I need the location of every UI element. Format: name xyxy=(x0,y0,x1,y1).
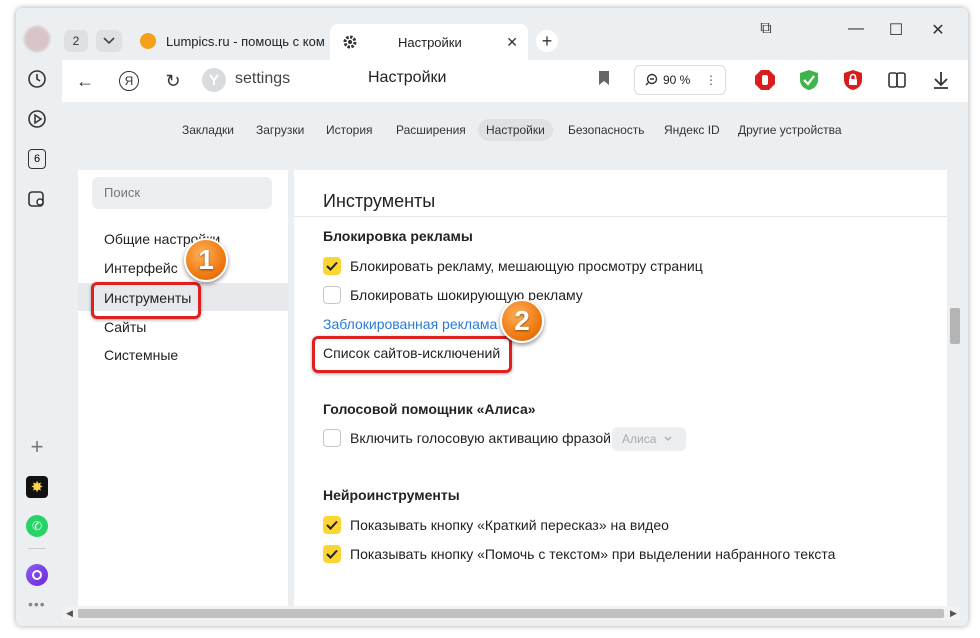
profile-avatar[interactable] xyxy=(24,26,50,52)
yandex-home-button[interactable]: Я xyxy=(116,68,142,94)
option-label: Блокировать рекламу, мешающую просмотру … xyxy=(350,258,703,274)
section-alisa-heading: Голосовой помощник «Алиса» xyxy=(323,401,536,417)
option-label: Блокировать шокирующую рекламу xyxy=(350,287,583,303)
adblock-stop-extension-icon[interactable] xyxy=(752,67,778,93)
annotation-highlight-tools xyxy=(91,282,201,319)
horizontal-scrollbar-thumb[interactable] xyxy=(78,609,944,618)
checkbox-unchecked[interactable] xyxy=(323,286,341,304)
sidebar-item-system[interactable]: Системные xyxy=(104,347,178,363)
back-button[interactable]: ← xyxy=(72,68,98,94)
tab-settings[interactable]: Настройки ✕ xyxy=(330,24,528,60)
tab-close-icon[interactable]: ✕ xyxy=(506,34,518,51)
zoom-level: 90 % xyxy=(663,73,691,87)
alice-assistant-icon[interactable] xyxy=(26,564,48,586)
annotation-step-1: 1 xyxy=(184,238,228,282)
whatsapp-icon[interactable]: ✆ xyxy=(26,515,48,537)
url-text[interactable]: settings xyxy=(235,70,290,88)
adblock-shocking-option[interactable]: Блокировать шокирующую рекламу xyxy=(323,286,583,304)
title-divider xyxy=(294,216,947,217)
option-label: Показывать кнопку «Помочь с текстом» при… xyxy=(350,546,836,562)
collections-icon[interactable] xyxy=(884,67,910,93)
more-dots-icon[interactable]: ••• xyxy=(28,596,46,612)
checkbox-checked[interactable] xyxy=(323,257,341,275)
more-options-icon[interactable]: ⋮ xyxy=(705,73,717,87)
play-video-icon[interactable] xyxy=(26,108,48,130)
nav-downloads[interactable]: Загрузки xyxy=(256,123,304,137)
minimize-button[interactable]: — xyxy=(846,20,866,38)
annotation-highlight-exceptions xyxy=(312,336,512,373)
tab-count-badge[interactable]: 2 xyxy=(64,30,88,52)
blocked-ads-link[interactable]: Заблокированная реклама xyxy=(323,316,497,332)
nav-security[interactable]: Безопасность xyxy=(568,123,645,137)
scroll-right-arrow-icon[interactable]: ▶ xyxy=(950,608,957,619)
sidebar-item-sites[interactable]: Сайты xyxy=(104,319,146,335)
add-panel-button[interactable]: + xyxy=(26,434,48,459)
option-label: Включить голосовую активацию фразой xyxy=(350,430,611,446)
chevron-down-icon xyxy=(664,436,672,441)
alisa-activation-option[interactable]: Включить голосовую активацию фразой xyxy=(323,429,611,447)
section-neuro-heading: Нейроинструменты xyxy=(323,487,460,503)
page-title-in-omnibox: Настройки xyxy=(368,69,447,86)
new-tab-button[interactable]: + xyxy=(536,30,558,52)
gear-icon xyxy=(343,35,357,49)
shield-check-extension-icon[interactable] xyxy=(796,67,822,93)
alisa-phrase-select: Алиса xyxy=(612,427,686,451)
site-info-icon[interactable] xyxy=(202,68,226,92)
nav-other-devices[interactable]: Другие устройства xyxy=(738,123,842,137)
checkbox-checked[interactable] xyxy=(323,545,341,563)
adblock-annoying-option[interactable]: Блокировать рекламу, мешающую просмотру … xyxy=(323,257,703,275)
tab-list-button[interactable] xyxy=(96,30,122,52)
nav-extensions[interactable]: Расширения xyxy=(396,123,466,137)
browser-window: 2 Lumpics.ru - помощь с ком Настройки ✕ … xyxy=(16,8,968,626)
tab-lumpics[interactable]: Lumpics.ru - помощь с ком xyxy=(134,26,326,56)
option-label: Показывать кнопку «Краткий пересказ» на … xyxy=(350,517,669,533)
vertical-scrollbar-thumb[interactable] xyxy=(950,308,960,344)
page-title: Инструменты xyxy=(323,191,436,211)
sidebar-item-interface[interactable]: Интерфейс xyxy=(104,260,178,276)
nav-settings[interactable]: Настройки xyxy=(478,119,553,141)
shield-lock-extension-icon[interactable] xyxy=(840,67,866,93)
lumpics-favicon-icon xyxy=(140,33,156,49)
rail-divider xyxy=(28,548,46,549)
neuro-text-helper-option[interactable]: Показывать кнопку «Помочь с текстом» при… xyxy=(323,545,835,563)
badge-number: 6 xyxy=(28,149,46,169)
number-badge-icon[interactable]: 6 xyxy=(26,148,48,170)
yandex-logo-icon: Я xyxy=(119,71,139,91)
chevron-down-icon xyxy=(103,37,115,45)
section-adblock-heading: Блокировка рекламы xyxy=(323,228,473,244)
annotation-step-2: 2 xyxy=(500,299,544,343)
checkbox-unchecked[interactable] xyxy=(323,429,341,447)
select-value: Алиса xyxy=(622,432,657,446)
search-input[interactable]: Поиск xyxy=(92,177,272,209)
checkbox-checked[interactable] xyxy=(323,516,341,534)
tab-title: Настройки xyxy=(398,34,462,50)
toolbar xyxy=(62,60,968,102)
downloads-icon[interactable] xyxy=(928,67,954,93)
nav-yandex-id[interactable]: Яндекс ID xyxy=(664,123,720,137)
reload-button[interactable]: ↻ xyxy=(160,68,186,94)
pin-window-icon[interactable]: ⧉ xyxy=(756,20,776,38)
close-window-button[interactable]: ✕ xyxy=(928,20,948,40)
bookmark-icon[interactable] xyxy=(598,70,610,91)
scroll-left-arrow-icon[interactable]: ◀ xyxy=(66,608,73,619)
nav-history[interactable]: История xyxy=(326,123,373,137)
zoom-indicator[interactable]: 90 % ⋮ xyxy=(634,65,726,95)
zoom-out-icon xyxy=(645,73,658,86)
screenshot-camera-icon[interactable] xyxy=(26,188,48,210)
neuro-summary-option[interactable]: Показывать кнопку «Краткий пересказ» на … xyxy=(323,516,669,534)
nav-bookmarks[interactable]: Закладки xyxy=(182,123,234,137)
tab-title: Lumpics.ru - помощь с ком xyxy=(166,33,325,49)
sparkle-app-icon[interactable]: ✸ xyxy=(26,476,48,498)
maximize-button[interactable]: ☐ xyxy=(886,20,906,40)
history-clock-icon[interactable] xyxy=(26,68,48,90)
